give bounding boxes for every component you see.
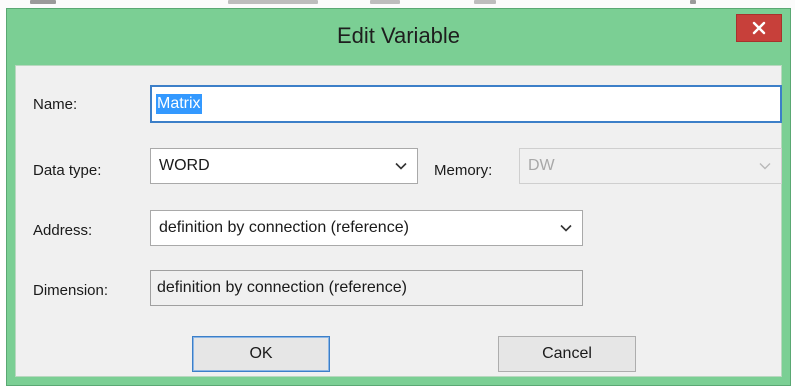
title-bar[interactable]: Edit Variable xyxy=(7,9,790,69)
dialog-body: Name: Matrix Data type: WORD Memory: DW … xyxy=(15,65,782,377)
memory-value: DW xyxy=(528,157,555,174)
address-value: definition by connection (reference) xyxy=(159,219,409,236)
close-icon xyxy=(752,21,766,35)
memory-label: Memory: xyxy=(434,162,493,179)
close-button[interactable] xyxy=(736,14,782,42)
edit-variable-dialog: Edit Variable Name: Matrix Data type: WO… xyxy=(6,8,791,386)
address-select[interactable]: definition by connection (reference) xyxy=(150,210,583,246)
chevron-down-icon xyxy=(560,224,572,232)
ok-button-label: OK xyxy=(249,345,273,362)
cancel-button[interactable]: Cancel xyxy=(498,336,636,372)
data-type-label: Data type: xyxy=(33,162,102,179)
name-input[interactable]: Matrix xyxy=(150,85,782,123)
cancel-button-label: Cancel xyxy=(542,345,592,362)
dialog-title: Edit Variable xyxy=(336,23,461,48)
memory-select: DW xyxy=(519,148,782,184)
address-label: Address: xyxy=(33,222,93,239)
name-label: Name: xyxy=(33,96,78,113)
dimension-label: Dimension: xyxy=(33,282,109,299)
screen: Edit Variable Name: Matrix Data type: WO… xyxy=(0,0,795,389)
data-type-value: WORD xyxy=(159,157,210,174)
chevron-down-icon xyxy=(395,162,407,170)
dimension-field: definition by connection (reference) xyxy=(150,270,583,306)
dimension-value: definition by connection (reference) xyxy=(157,279,407,296)
chevron-down-icon xyxy=(759,163,771,170)
ok-button[interactable]: OK xyxy=(192,336,330,372)
data-type-select[interactable]: WORD xyxy=(150,148,418,184)
name-input-value: Matrix xyxy=(156,94,202,114)
